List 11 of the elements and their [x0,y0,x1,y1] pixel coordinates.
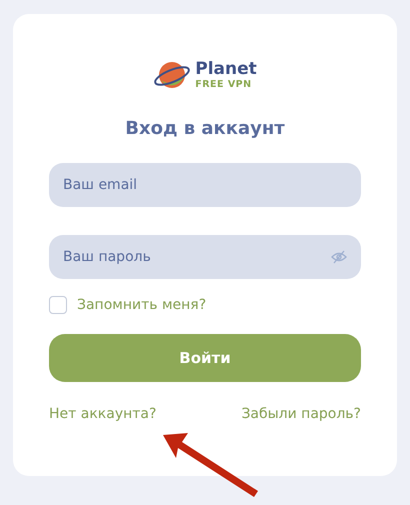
remember-checkbox[interactable] [49,296,67,314]
page-title: Вход в аккаунт [124,118,286,139]
eye-hidden-icon[interactable] [331,250,347,264]
logo-tagline: FREE VPN [195,80,253,90]
login-button[interactable]: Войти [49,334,361,382]
email-field[interactable]: Ваш email [49,163,361,207]
remember-label: Запомнить меня? [77,297,206,313]
password-field[interactable]: Ваш пароль [49,235,361,279]
logo-name: Planet [195,60,257,78]
forgot-password-link[interactable]: Забыли пароль? [241,406,361,422]
register-link[interactable]: Нет аккаунта? [49,406,156,422]
